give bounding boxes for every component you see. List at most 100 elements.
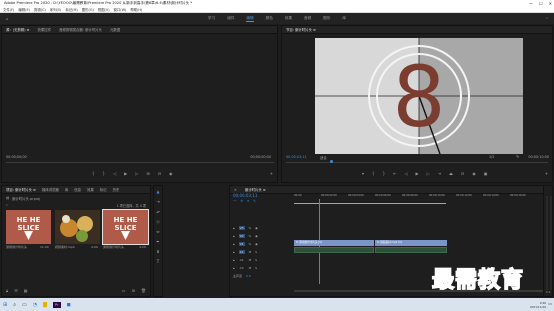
workspace-effects[interactable]: 效果 [285,16,292,21]
mute-icon[interactable]: M [249,258,252,262]
maximize-button[interactable]: ☐ [539,0,543,7]
file-explorer-icon[interactable]: ▇ [43,302,47,308]
icon-view-icon[interactable]: ▦ [24,288,28,293]
menu-markers[interactable]: 标记(M) [65,7,77,12]
tab-effects[interactable]: 效果 [87,187,94,192]
menu-file[interactable]: 文件(F) [3,7,14,12]
play-icon[interactable]: ▶ [416,171,419,176]
project-item[interactable]: HE HE SLICE [6,210,51,244]
fit-dropdown[interactable]: 适合 [320,155,327,160]
ripple-edit-icon[interactable]: ⟛ [156,209,160,214]
project-item-selected[interactable]: HE HE SLICE [102,209,149,245]
workspace-learn[interactable]: 学习 [208,16,215,21]
home-icon[interactable]: ⌂ [6,17,8,21]
hand-icon[interactable]: ✋︎ [157,249,159,254]
menu-window[interactable]: 窗口(W) [114,7,127,12]
solo-icon[interactable]: S [255,266,257,270]
lock-icon[interactable]: 🔒︎ [233,266,235,270]
close-button[interactable]: ✕ [549,0,552,7]
work-area-bar[interactable] [294,203,446,204]
play-icon[interactable]: ▶ [124,171,127,176]
track-label[interactable]: A3 [239,266,245,270]
mark-in-icon[interactable]: { [92,171,95,176]
tab-info[interactable]: 信息 [74,187,81,192]
sync-lock-icon[interactable]: ⇆ [249,242,252,246]
slip-icon[interactable]: ⇔ [156,229,159,234]
lock-icon[interactable]: 🔒︎ [233,250,235,254]
camera-icon[interactable]: ◉ [472,171,476,176]
search-icon[interactable]: ⌕ [546,16,548,20]
tab-media-browser[interactable]: 媒体浏览器 [42,187,59,192]
camera-icon[interactable]: ◉ [169,171,173,176]
step-forward-icon[interactable]: ▷ [135,171,138,176]
lift-icon[interactable]: ⏏ [449,171,453,176]
wrench-icon[interactable]: ✎ [516,154,519,159]
tab-program[interactable]: 节目: 倒计时片头 ≡ [286,27,316,32]
linked-icon[interactable]: ⊖ [240,199,243,204]
lock-icon[interactable]: 🔒︎ [233,242,235,246]
solo-icon[interactable]: S [255,258,257,262]
type-icon[interactable]: T [157,259,159,264]
resolution-dropdown[interactable]: 1/2 [489,155,494,159]
track-label[interactable]: A1 [238,250,245,254]
workspace-color[interactable]: 颜色 [266,16,273,21]
trash-icon[interactable]: 🗑︎ [141,288,146,293]
eye-icon[interactable]: ◉ [255,234,258,238]
insert-icon[interactable]: ⊞ [146,171,149,176]
snap-icon[interactable]: ⌒ [233,199,236,204]
tab-sequence[interactable]: 倒计时片头 ≡ [245,187,266,192]
new-bin-icon[interactable]: ▭ [122,288,126,293]
step-back-icon[interactable]: ◁ [404,171,407,176]
menu-edit[interactable]: 编辑(E) [18,7,30,12]
pen-icon[interactable]: ✒ [156,239,159,244]
workspace-libraries[interactable]: 库 [342,16,346,21]
marker-icon[interactable]: ▾ [247,199,249,204]
master-volume[interactable]: 0.0 [246,274,251,278]
lock-icon[interactable]: 🔒︎ [233,226,235,230]
selection-tool-icon[interactable]: ▲ [156,189,159,194]
track-label[interactable]: V1 [238,242,245,246]
tab-metadata[interactable]: 元数据 [110,27,120,32]
step-forward-icon[interactable]: ▷ [427,171,430,176]
tab-libraries[interactable]: 库 [65,187,68,192]
source-scrubber[interactable] [6,162,274,163]
sync-lock-icon[interactable]: ⇆ [249,226,252,230]
solo-icon[interactable]: S S [546,290,550,294]
menu-sequence[interactable]: 序列(S) [50,7,62,12]
lock-icon[interactable]: 🔒︎ [233,258,235,262]
overwrite-icon[interactable]: ⊟ [158,171,161,176]
task-view-icon[interactable]: ▭ [22,302,27,308]
notification-icon[interactable]: ▭ [548,301,552,306]
solo-icon[interactable]: S [255,250,257,254]
comparison-icon[interactable]: ▣ [484,171,488,176]
add-button-icon[interactable]: + [545,171,548,176]
mute-icon[interactable]: M [249,266,252,270]
tab-effect-controls[interactable]: 效果控件 [38,27,52,32]
lock-icon[interactable]: 🔒︎ [233,234,235,238]
tab-markers[interactable]: 标记 [100,187,107,192]
list-view-icon[interactable]: ☰ [14,288,18,293]
new-item-icon[interactable]: ⊞ [132,288,135,293]
mark-out-icon[interactable]: } [383,171,386,176]
timeline-clip-a1-b[interactable] [375,247,447,253]
menu-graphics[interactable]: 图形(G) [82,7,94,12]
search-icon[interactable]: ⌕ [6,203,8,207]
edge-icon[interactable]: ◔ [33,302,37,308]
extract-icon[interactable]: ⊟ [461,171,464,176]
tab-source[interactable]: 源：(无剪辑) ≡ [6,27,30,32]
mark-out-icon[interactable]: } [103,171,106,176]
menu-view[interactable]: 视图(V) [98,7,110,12]
tab-audio-clip-mixer[interactable]: 音频剪辑混合器: 倒计时片头 [59,27,102,32]
step-back-icon[interactable]: ◁ [113,171,116,176]
track-label[interactable]: V3 [238,226,245,230]
menu-help[interactable]: 帮助(H) [130,7,142,12]
add-button-icon[interactable]: + [270,171,273,176]
workspace-assembly[interactable]: 组件 [227,16,234,21]
mark-in-icon[interactable]: { [372,171,375,176]
settings-icon[interactable]: ✎ [253,199,256,204]
workspace-audio[interactable]: 音频 [304,16,311,21]
program-playhead[interactable] [330,160,333,163]
timeline-clip-v1-b[interactable]: fx 视频素材.mp4 [V] [375,240,447,246]
timeline-clip-a1-a[interactable] [294,247,374,253]
track-select-icon[interactable]: ⇥ [156,199,159,204]
